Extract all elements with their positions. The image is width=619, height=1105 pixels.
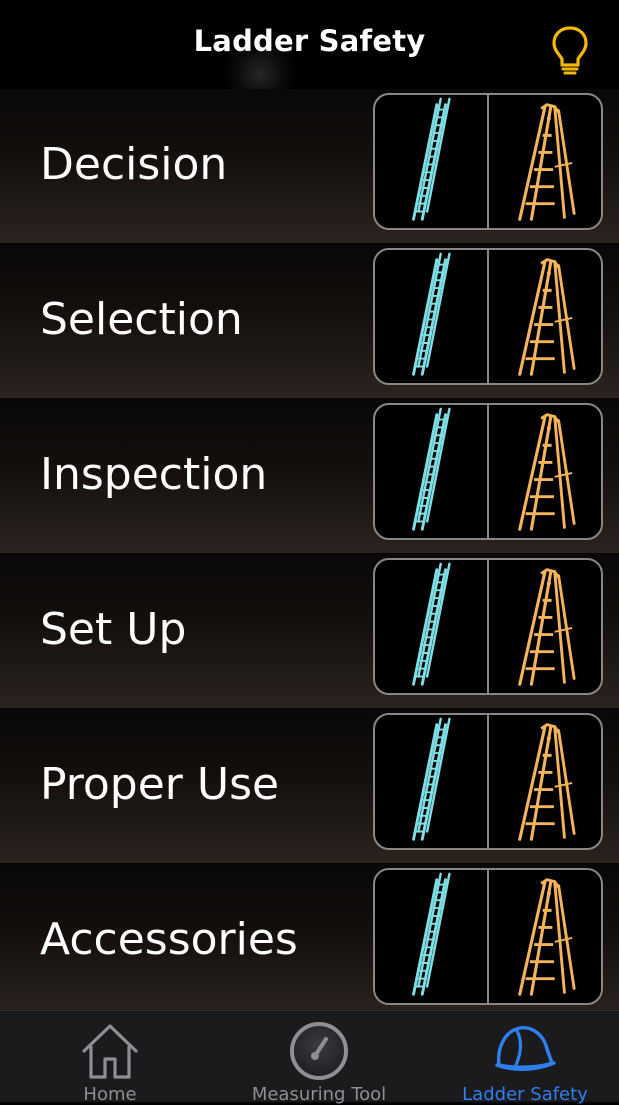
step-ladder-icon — [518, 413, 576, 531]
extension-ladder-icon — [412, 407, 451, 531]
tab-measuring-tool[interactable]: Measuring Tool — [230, 1011, 408, 1105]
extension-ladder-icon — [412, 872, 451, 996]
topic-row: Proper Use — [0, 709, 619, 864]
step-ladder-icon — [518, 878, 576, 996]
step-ladder-button[interactable] — [489, 405, 601, 538]
step-ladder-icon — [518, 258, 576, 376]
topic-label: Selection — [40, 294, 243, 345]
step-ladder-icon — [518, 103, 576, 221]
hard-hat-icon — [495, 1026, 556, 1071]
extension-ladder-button[interactable] — [375, 405, 487, 538]
step-ladder-button[interactable] — [489, 715, 601, 848]
topic-label: Proper Use — [40, 759, 280, 810]
topic-label: Set Up — [40, 604, 187, 655]
topic-row: Selection — [0, 244, 619, 399]
topic-row: Set Up — [0, 554, 619, 709]
step-ladder-button[interactable] — [489, 560, 601, 693]
tab-home[interactable]: Home — [40, 1011, 180, 1105]
ladder-type-selector — [373, 558, 603, 695]
nav-bar: Ladder Safety — [0, 0, 619, 112]
topic-label: Inspection — [40, 449, 268, 500]
gauge-icon — [290, 1022, 348, 1080]
extension-ladder-icon — [412, 97, 451, 221]
topic-label: Accessories — [40, 914, 298, 965]
ladder-type-selector — [373, 868, 603, 1005]
ladder-type-selector — [373, 248, 603, 385]
step-ladder-icon — [518, 723, 576, 841]
step-ladder-button[interactable] — [489, 870, 601, 1003]
extension-ladder-button[interactable] — [375, 715, 487, 848]
extension-ladder-button[interactable] — [375, 560, 487, 693]
lightbulb-icon — [552, 26, 588, 75]
step-ladder-icon — [518, 568, 576, 686]
extension-ladder-icon — [412, 252, 451, 376]
topic-row: Accessories — [0, 864, 619, 1019]
extension-ladder-icon — [412, 717, 451, 841]
tab-ladder-safety[interactable]: Ladder Safety — [440, 1011, 610, 1105]
tips-button[interactable] — [548, 24, 592, 76]
topic-list: Decision Selection Inspection Set Up Pro… — [0, 89, 619, 1019]
topic-row: Decision — [0, 89, 619, 244]
tab-bar: Home Measuring Tool Ladder Safety — [0, 1010, 619, 1105]
extension-ladder-button[interactable] — [375, 250, 487, 383]
extension-ladder-button[interactable] — [375, 870, 487, 1003]
extension-ladder-icon — [412, 562, 451, 686]
ladder-type-selector — [373, 713, 603, 850]
topic-row: Inspection — [0, 399, 619, 554]
ladder-type-selector — [373, 93, 603, 230]
extension-ladder-button[interactable] — [375, 95, 487, 228]
topic-label: Decision — [40, 139, 228, 190]
page-title: Ladder Safety — [193, 24, 426, 58]
house-icon — [82, 1024, 138, 1079]
ladder-type-selector — [373, 403, 603, 540]
step-ladder-button[interactable] — [489, 250, 601, 383]
step-ladder-button[interactable] — [489, 95, 601, 228]
